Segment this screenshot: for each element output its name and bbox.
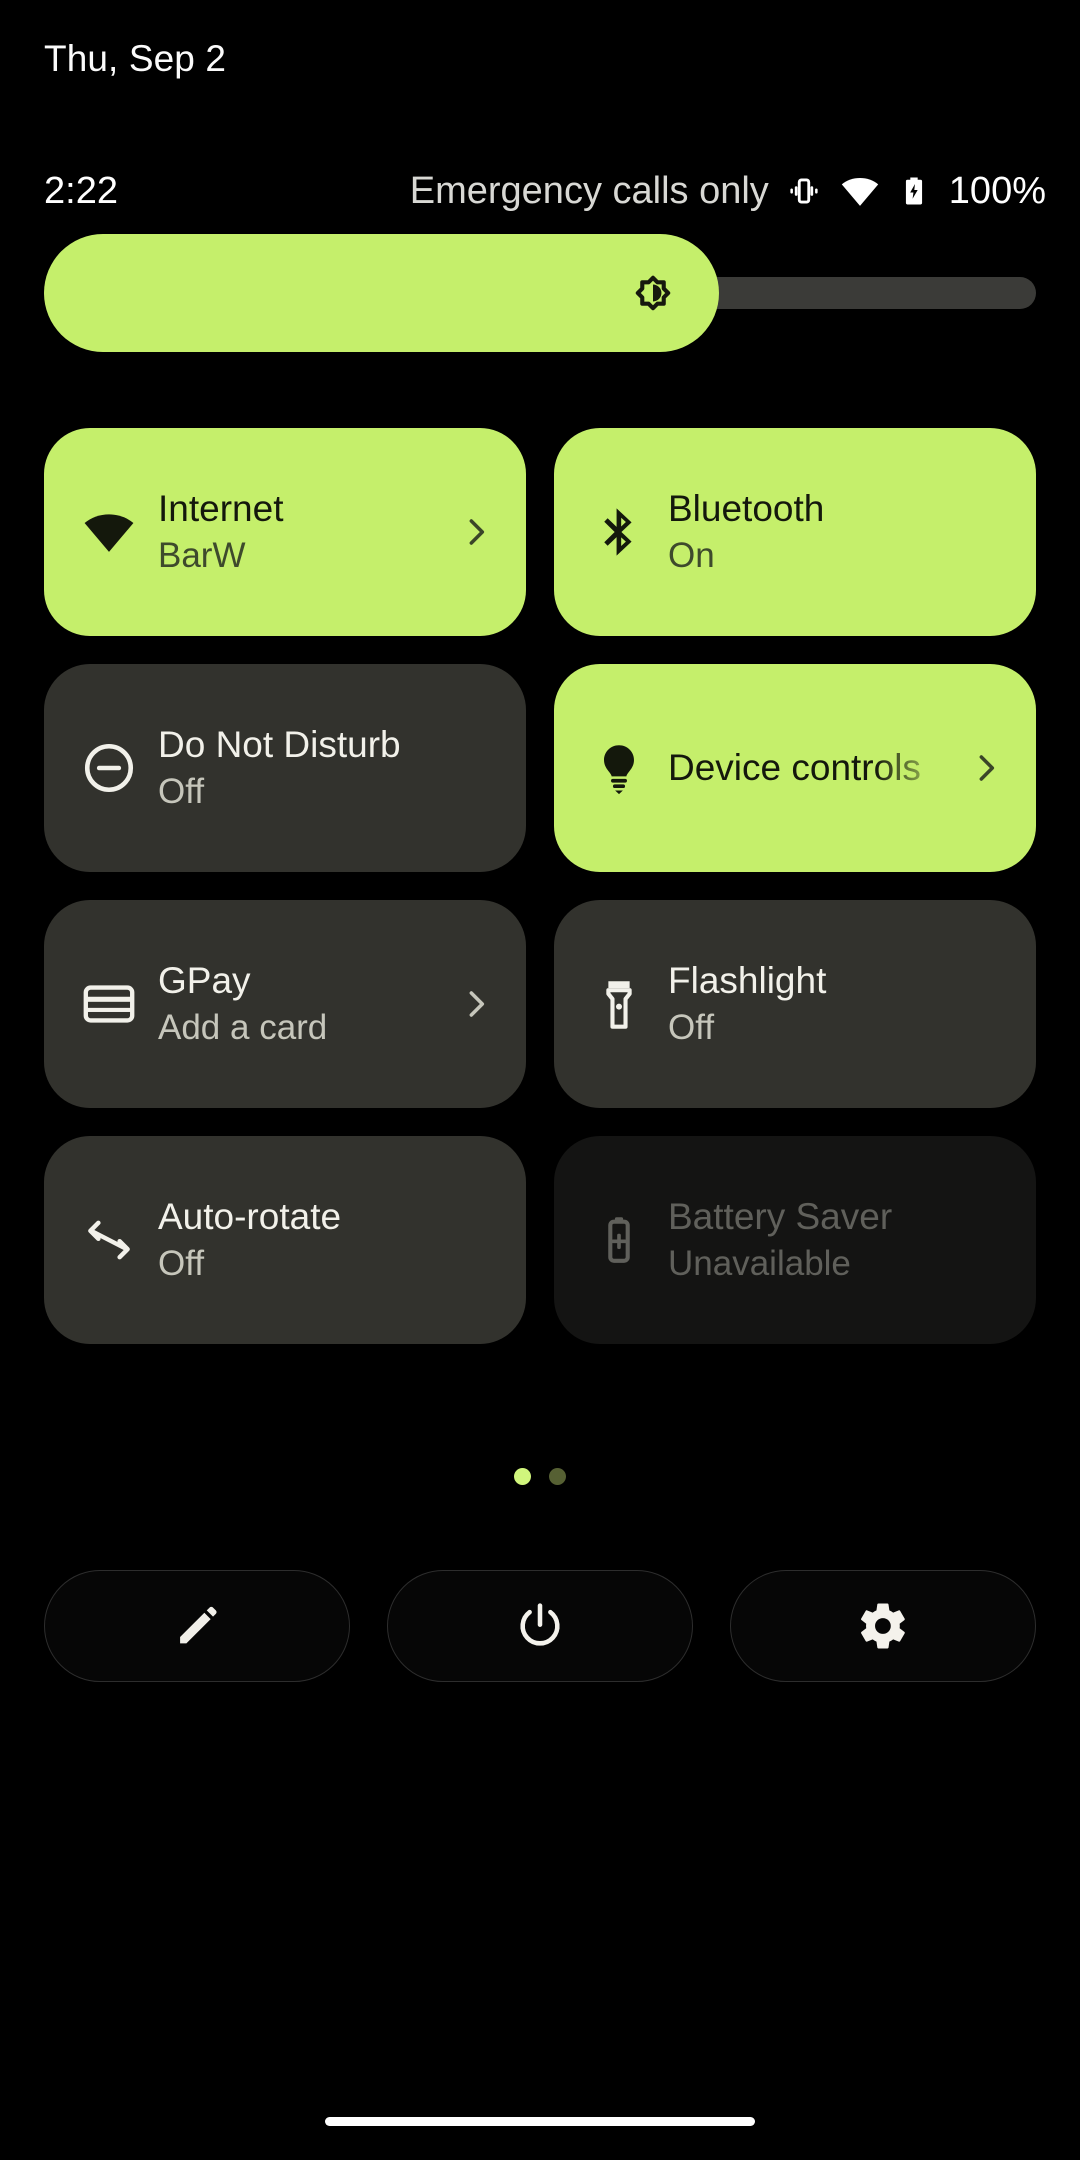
status-clock: 2:22 — [44, 169, 118, 212]
tile-flashlight[interactable]: Flashlight Off — [554, 900, 1036, 1108]
tile-internet[interactable]: Internet BarW — [44, 428, 526, 636]
tile-subtitle-internet: BarW — [158, 536, 246, 576]
tile-text-device-controls: Device controls — [668, 746, 956, 790]
chevron-right-icon — [469, 519, 485, 545]
flashlight-icon — [606, 981, 632, 1029]
gear-icon — [861, 1603, 905, 1649]
vibrate-icon — [785, 172, 823, 210]
home-indicator — [325, 2117, 755, 2126]
pencil-icon — [180, 1606, 217, 1644]
tile-dnd[interactable]: Do Not Disturb Off — [44, 664, 526, 872]
status-right-cluster: Emergency calls only 100% — [410, 170, 1046, 213]
tile-gpay[interactable]: GPay Add a card — [44, 900, 526, 1108]
tile-text-internet: Internet BarW — [158, 487, 446, 578]
tile-chevron-gpay[interactable] — [454, 982, 498, 1026]
tile-text-gpay: GPay Add a card — [158, 959, 446, 1050]
tile-subtitle-battery-saver: Unavailable — [668, 1244, 851, 1284]
date-header: Thu, Sep 2 — [44, 38, 227, 79]
quick-settings-tile-grid: Internet BarW Bluetooth On Do Not Disturb Off… — [44, 428, 1036, 1344]
bluetooth-icon — [604, 508, 632, 556]
battery-saver-icon — [608, 1217, 630, 1263]
credit-card-icon — [83, 985, 135, 1023]
do-not-disturb-icon — [78, 737, 140, 799]
tile-text-flashlight: Flashlight Off — [668, 959, 1008, 1050]
tile-subtitle-flashlight: Off — [668, 1008, 715, 1048]
power-icon — [520, 1603, 560, 1646]
tile-battery-saver[interactable]: Battery Saver Unavailable — [554, 1136, 1036, 1344]
tile-text-auto-rotate: Auto-rotate Off — [158, 1195, 498, 1286]
battery-charging-icon — [897, 174, 931, 208]
chevron-right-icon — [469, 991, 485, 1017]
brightness-icon — [627, 267, 679, 319]
edit-button[interactable] — [44, 1570, 350, 1682]
tile-title-dnd: Do Not Disturb — [158, 723, 401, 765]
carrier-label: Emergency calls only — [409, 169, 769, 212]
lightbulb-icon — [604, 745, 634, 795]
tile-chevron-internet[interactable] — [454, 510, 498, 554]
tile-title-flashlight: Flashlight — [668, 959, 827, 1001]
page-indicator[interactable] — [0, 1468, 1080, 1485]
quick-settings-panel: Thu, Sep 2 2:22 Emergency calls only 100… — [0, 0, 1080, 2160]
lightbulb-icon — [588, 737, 650, 799]
footer-actions — [44, 1570, 1036, 1682]
status-bar: 2:22 Emergency calls only 100% — [0, 162, 1080, 220]
brightness-slider[interactable] — [44, 234, 1036, 352]
tile-chevron-device-controls[interactable] — [964, 746, 1008, 790]
tile-title-device-controls: Device controls — [668, 747, 921, 789]
chevron-right-icon — [979, 755, 995, 781]
tile-title-bluetooth: Bluetooth — [668, 487, 825, 529]
power-button[interactable] — [387, 1570, 693, 1682]
auto-rotate-icon — [78, 1209, 140, 1271]
credit-card-icon — [78, 973, 140, 1035]
brightness-fill — [44, 234, 719, 352]
tile-subtitle-gpay: Add a card — [158, 1008, 328, 1048]
bluetooth-icon — [588, 501, 650, 563]
tile-title-gpay: GPay — [158, 959, 251, 1001]
tile-auto-rotate[interactable]: Auto-rotate Off — [44, 1136, 526, 1344]
tile-text-dnd: Do Not Disturb Off — [158, 723, 498, 814]
wifi-icon — [839, 170, 881, 212]
tile-title-auto-rotate: Auto-rotate — [158, 1195, 342, 1237]
do-not-disturb-icon — [84, 743, 134, 793]
wifi-icon — [84, 514, 134, 552]
page-dot-1[interactable] — [514, 1468, 531, 1485]
page-dot-2[interactable] — [549, 1468, 566, 1485]
tile-subtitle-auto-rotate: Off — [158, 1244, 205, 1284]
tile-device-controls[interactable]: Device controls — [554, 664, 1036, 872]
battery-saver-icon — [588, 1209, 650, 1271]
tile-subtitle-bluetooth: On — [668, 536, 715, 576]
tile-title-battery-saver: Battery Saver — [668, 1195, 893, 1237]
battery-percent-label: 100% — [948, 169, 1046, 212]
wifi-icon — [78, 501, 140, 563]
settings-button[interactable] — [730, 1570, 1036, 1682]
tile-text-bluetooth: Bluetooth On — [668, 487, 1008, 578]
tile-text-battery-saver: Battery Saver Unavailable — [668, 1195, 1008, 1286]
auto-rotate-icon — [88, 1220, 130, 1260]
tile-bluetooth[interactable]: Bluetooth On — [554, 428, 1036, 636]
flashlight-icon — [588, 973, 650, 1035]
tile-title-internet: Internet — [158, 487, 284, 529]
tile-subtitle-dnd: Off — [158, 772, 205, 812]
